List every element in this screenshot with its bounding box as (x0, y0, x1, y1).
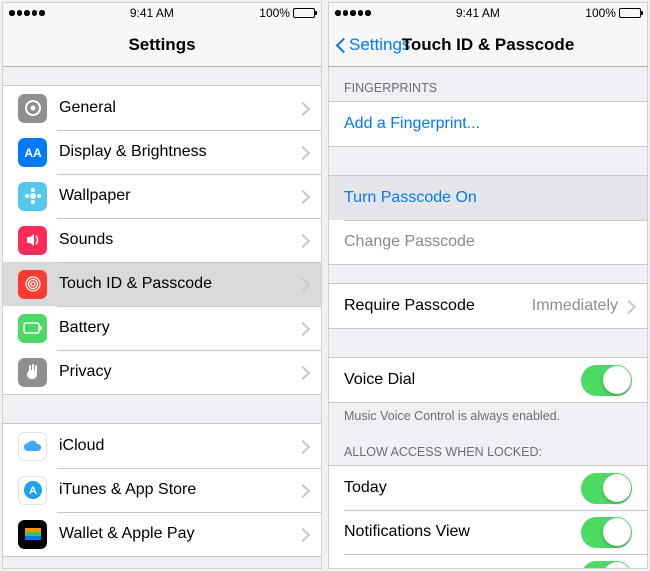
allow-header: ALLOW ACCESS WHEN LOCKED: (329, 431, 647, 465)
status-bar: 9:41 AM 100% (329, 3, 647, 23)
battery-row-icon (18, 314, 47, 343)
require-group: Require Passcode Immediately (329, 283, 647, 329)
speaker-icon (18, 226, 47, 255)
chevron-right-icon (298, 234, 306, 247)
aa-icon: AA (18, 138, 47, 167)
cloud-icon (18, 432, 47, 461)
battery-icon (293, 8, 315, 18)
chevron-right-icon (298, 278, 306, 291)
row-label: Battery (59, 319, 298, 337)
voice-dial-row: Voice Dial (329, 358, 647, 402)
change-passcode-label: Change Passcode (344, 233, 632, 251)
require-passcode-row[interactable]: Require Passcode Immediately (329, 284, 647, 328)
row-wallpaper[interactable]: Wallpaper (3, 174, 321, 218)
row-label: Touch ID & Passcode (59, 275, 298, 293)
require-passcode-label: Require Passcode (344, 297, 532, 315)
svg-text:A: A (29, 485, 37, 497)
touchid-screen: 9:41 AM 100% Settings Touch ID & Passcod… (328, 2, 648, 569)
row-general[interactable]: General (3, 86, 321, 130)
require-passcode-value: Immediately (532, 297, 618, 315)
flower-icon (18, 182, 47, 211)
chevron-right-icon (298, 440, 306, 453)
battery-percent: 100% (259, 6, 290, 20)
today-row: Today (329, 466, 647, 510)
chevron-right-icon (298, 322, 306, 335)
voice-group: Voice Dial (329, 357, 647, 403)
siri-switch[interactable] (581, 561, 632, 569)
row-label: General (59, 99, 298, 117)
siri-label: Siri (344, 567, 581, 568)
voice-dial-switch[interactable] (581, 365, 632, 396)
row-touchid[interactable]: Touch ID & Passcode (3, 262, 321, 306)
notifications-row: Notifications View (329, 510, 647, 554)
change-passcode-row[interactable]: Change Passcode (329, 220, 647, 264)
row-sounds[interactable]: Sounds (3, 218, 321, 262)
settings-content[interactable]: General AA Display & Brightness Wallpape… (3, 67, 321, 568)
add-fingerprint-label: Add a Fingerprint... (344, 115, 632, 133)
settings-screen: 9:41 AM 100% Settings General AA Display… (2, 2, 322, 569)
nav-bar: Settings Touch ID & Passcode (329, 23, 647, 67)
fingerprint-icon (18, 270, 47, 299)
row-label: Display & Brightness (59, 143, 298, 161)
nav-title: Settings (3, 35, 321, 55)
back-label: Settings (349, 35, 410, 55)
fingerprints-header: FINGERPRINTS (329, 67, 647, 101)
notifications-switch[interactable] (581, 517, 632, 548)
gear-icon (18, 94, 47, 123)
fingerprints-group: Add a Fingerprint... (329, 101, 647, 147)
battery-percent: 100% (585, 6, 616, 20)
settings-group-0: General AA Display & Brightness Wallpape… (3, 85, 321, 395)
row-label: Sounds (59, 231, 298, 249)
row-icloud[interactable]: iCloud (3, 424, 321, 468)
row-label: iCloud (59, 437, 298, 455)
status-bar: 9:41 AM 100% (3, 3, 321, 23)
row-label: Wallpaper (59, 187, 298, 205)
svg-text:AA: AA (24, 146, 42, 159)
hand-icon (18, 358, 47, 387)
row-battery[interactable]: Battery (3, 306, 321, 350)
passcode-group: Turn Passcode On Change Passcode (329, 175, 647, 265)
chevron-right-icon (298, 528, 306, 541)
settings-group-1: iCloud A iTunes & App Store Wallet & App… (3, 423, 321, 557)
notifications-label: Notifications View (344, 523, 581, 541)
chevron-right-icon (298, 146, 306, 159)
row-appstore[interactable]: A iTunes & App Store (3, 468, 321, 512)
row-label: iTunes & App Store (59, 481, 298, 499)
row-label: Privacy (59, 363, 298, 381)
allow-group: Today Notifications View Siri (329, 465, 647, 568)
chevron-right-icon (298, 190, 306, 203)
today-label: Today (344, 479, 581, 497)
signal-dots (9, 10, 45, 16)
chevron-left-icon (335, 35, 347, 55)
add-fingerprint-row[interactable]: Add a Fingerprint... (329, 102, 647, 146)
chevron-right-icon (298, 484, 306, 497)
appstore-icon: A (18, 476, 47, 505)
row-label: Wallet & Apple Pay (59, 525, 298, 543)
siri-row: Siri (329, 554, 647, 568)
today-switch[interactable] (581, 473, 632, 504)
back-button[interactable]: Settings (329, 35, 410, 55)
turn-passcode-on-label: Turn Passcode On (344, 189, 632, 207)
row-display[interactable]: AA Display & Brightness (3, 130, 321, 174)
voice-dial-label: Voice Dial (344, 371, 581, 389)
chevron-right-icon (298, 102, 306, 115)
nav-bar: Settings (3, 23, 321, 67)
chevron-right-icon (624, 300, 632, 313)
chevron-right-icon (298, 366, 306, 379)
voice-footer: Music Voice Control is always enabled. (329, 403, 647, 431)
row-privacy[interactable]: Privacy (3, 350, 321, 394)
status-time: 9:41 AM (456, 6, 500, 20)
status-time: 9:41 AM (130, 6, 174, 20)
battery-icon (619, 8, 641, 18)
turn-passcode-on-row[interactable]: Turn Passcode On (329, 176, 647, 220)
touchid-content[interactable]: FINGERPRINTS Add a Fingerprint... Turn P… (329, 67, 647, 568)
row-wallet[interactable]: Wallet & Apple Pay (3, 512, 321, 556)
wallet-icon (18, 520, 47, 549)
signal-dots (335, 10, 371, 16)
